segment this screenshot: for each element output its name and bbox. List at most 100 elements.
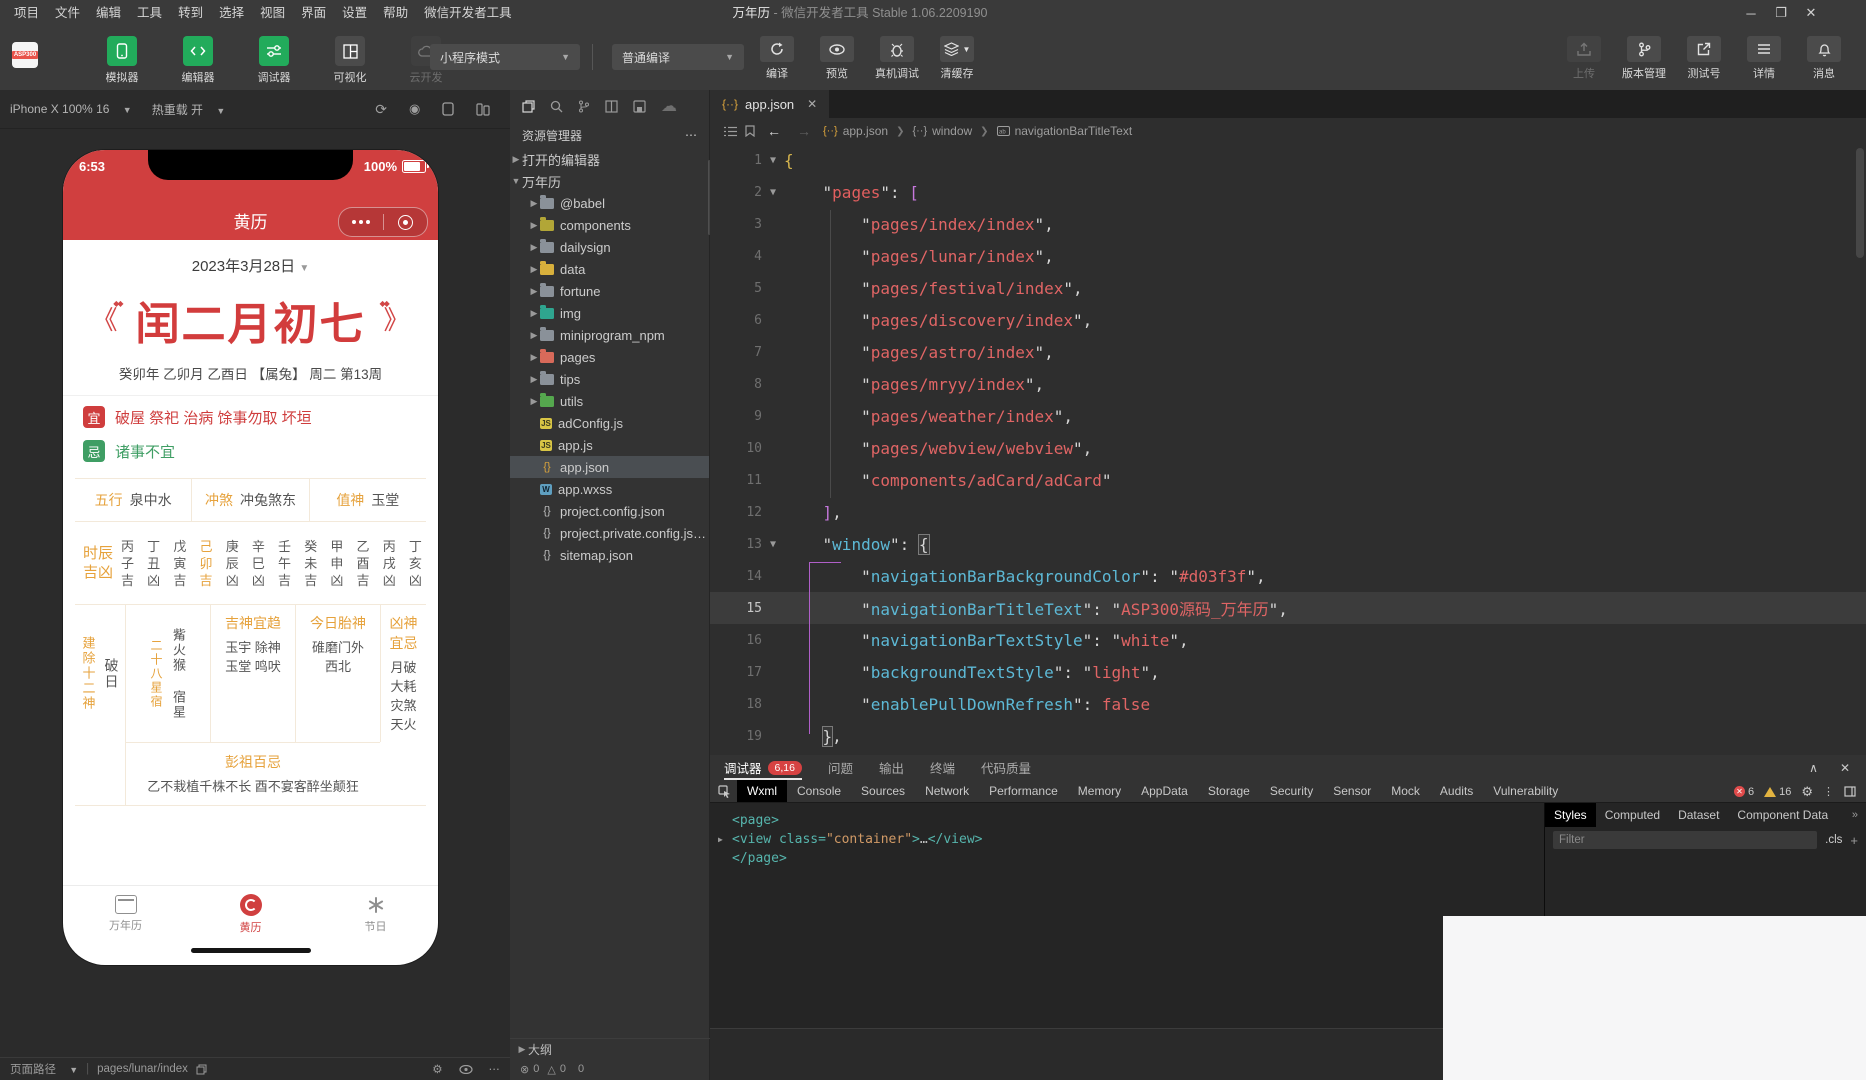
menu-item-视图[interactable]: 视图	[252, 0, 293, 26]
more-icon[interactable]	[339, 220, 383, 224]
cloud-icon[interactable]: ☁	[661, 96, 677, 116]
toolbar-button-测试号[interactable]: 测试号	[1675, 36, 1733, 81]
styles-tab-Dataset[interactable]: Dataset	[1669, 803, 1728, 827]
debugger-tab-代码质量[interactable]: 代码质量	[981, 755, 1031, 780]
devtools-tab-Network[interactable]: Network	[915, 780, 979, 802]
file-row-fortune[interactable]: ▶ fortune	[510, 280, 709, 302]
code-line-17[interactable]: 17 "backgroundTextStyle": "light",	[710, 656, 1866, 688]
close-icon[interactable]: ✕	[1796, 0, 1826, 26]
file-row-project.private.config.js…[interactable]: {} project.private.config.js…	[510, 522, 709, 544]
toolbar-button-详情[interactable]: 详情	[1735, 36, 1793, 81]
file-row-@babel[interactable]: ▶ @babel	[510, 192, 709, 214]
devtools-tab-Audits[interactable]: Audits	[1430, 780, 1483, 802]
styles-tabs-overflow-icon[interactable]: »	[1852, 809, 1866, 821]
file-row-app.json[interactable]: {} app.json	[510, 456, 709, 478]
code-line-12[interactable]: 12 ],	[710, 496, 1866, 528]
gear-icon[interactable]: ⚙	[432, 1062, 442, 1076]
code-line-13[interactable]: 13 ▼ "window": {	[710, 528, 1866, 560]
code-line-10[interactable]: 10 "pages/webview/webview",	[710, 432, 1866, 464]
toolbar-button-调试器[interactable]: 调试器	[238, 36, 310, 85]
code-line-14[interactable]: 14 "navigationBarBackgroundColor": "#d03…	[710, 560, 1866, 592]
minimize-icon[interactable]: ─	[1736, 0, 1766, 26]
devtools-tab-Wxml[interactable]: Wxml	[737, 780, 787, 802]
devtools-tab-Vulnerability[interactable]: Vulnerability	[1483, 780, 1568, 802]
file-row-utils[interactable]: ▶ utils	[510, 390, 709, 412]
bookmark-icon[interactable]	[745, 125, 755, 137]
wxml-node[interactable]: </page>	[718, 849, 1544, 868]
code-line-9[interactable]: 9 "pages/weather/index",	[710, 400, 1866, 432]
code-line-2[interactable]: 2 ▼ "pages": [	[710, 176, 1866, 208]
code-line-11[interactable]: 11 "components/adCard/adCard"	[710, 464, 1866, 496]
code-line-6[interactable]: 6 "pages/discovery/index",	[710, 304, 1866, 336]
devtools-tab-Performance[interactable]: Performance	[979, 780, 1068, 802]
file-row-app.js[interactable]: JS app.js	[510, 434, 709, 456]
console-warnings[interactable]: 16	[1764, 786, 1791, 798]
devtools-tab-Storage[interactable]: Storage	[1198, 780, 1260, 802]
tree-open-editors[interactable]: ▶ 打开的编辑器	[510, 148, 709, 170]
debugger-tab-问题[interactable]: 问题	[828, 755, 853, 780]
maximize-icon[interactable]: ❐	[1766, 0, 1796, 26]
kebab-menu-icon[interactable]: ⋮	[1823, 785, 1834, 798]
file-row-miniprogram_npm[interactable]: ▶ miniprogram_npm	[510, 324, 709, 346]
console-errors[interactable]: ✕ 6	[1733, 786, 1754, 798]
more-icon[interactable]: ⋯	[685, 128, 697, 142]
file-row-components[interactable]: ▶ components	[510, 214, 709, 236]
close-tab-icon[interactable]: ✕	[807, 97, 817, 111]
devtools-tab-Mock[interactable]: Mock	[1381, 780, 1430, 802]
nav-back-icon[interactable]: ←	[767, 123, 781, 139]
menu-item-设置[interactable]: 设置	[334, 0, 375, 26]
menu-item-文件[interactable]: 文件	[47, 0, 88, 26]
search-icon[interactable]	[550, 100, 563, 113]
code-line-3[interactable]: 3 "pages/index/index",	[710, 208, 1866, 240]
problems-status[interactable]: ⊗ 0 △ 0 0	[510, 1058, 710, 1080]
code-line-7[interactable]: 7 "pages/astro/index",	[710, 336, 1866, 368]
debugger-tab-终端[interactable]: 终端	[930, 755, 955, 780]
inspect-icon[interactable]	[718, 784, 731, 798]
collapse-icon[interactable]: ∧	[1809, 761, 1818, 775]
file-row-dailysign[interactable]: ▶ dailysign	[510, 236, 709, 258]
menu-item-编辑[interactable]: 编辑	[88, 0, 129, 26]
menu-item-工具[interactable]: 工具	[129, 0, 170, 26]
outline-section[interactable]: ▶ 大纲	[510, 1038, 710, 1059]
exit-icon[interactable]	[384, 214, 428, 230]
dock-side-icon[interactable]	[1844, 786, 1856, 797]
devtools-tab-Sources[interactable]: Sources	[851, 780, 915, 802]
wxml-node[interactable]: <page>	[718, 811, 1544, 830]
toolbar-button-编辑器[interactable]: 编辑器	[162, 36, 234, 85]
gear-icon[interactable]: ⚙	[1801, 784, 1813, 800]
files-icon[interactable]	[522, 99, 535, 113]
breadcrumb-item-navigationBarTitleText[interactable]: ab navigationBarTitleText	[996, 124, 1132, 138]
menu-item-界面[interactable]: 界面	[293, 0, 334, 26]
code-area[interactable]: 1 ▼{2 ▼ "pages": [3 "pages/index/index", 4 …	[710, 144, 1866, 755]
code-line-18[interactable]: 18 "enablePullDownRefresh": false	[710, 688, 1866, 720]
styles-tab-Computed[interactable]: Computed	[1596, 803, 1669, 827]
devtools-tab-Memory[interactable]: Memory	[1068, 780, 1131, 802]
nav-forward-icon[interactable]: →	[797, 123, 811, 139]
date-selector[interactable]: 2023年3月28日 ▼	[63, 255, 438, 276]
multi-device-icon[interactable]	[476, 102, 490, 116]
page-path-select[interactable]: 页面路径 ▼	[10, 1061, 78, 1077]
toolbar-action-真机调试[interactable]: 真机调试	[868, 36, 926, 81]
phone-tab-节日[interactable]: 节日	[313, 886, 438, 942]
prev-day-button[interactable]: 《 ◆◆	[91, 300, 123, 334]
next-day-button[interactable]: ◆◆ 》	[380, 300, 410, 334]
breadcrumb-item-window[interactable]: {··} window	[912, 124, 972, 138]
record-icon[interactable]: ◉	[409, 101, 420, 117]
menu-item-微信开发者工具[interactable]: 微信开发者工具	[416, 0, 520, 26]
file-row-pages[interactable]: ▶ pages	[510, 346, 709, 368]
save-icon[interactable]	[633, 99, 646, 113]
debugger-tab-调试器[interactable]: 调试器 6,16	[724, 755, 802, 780]
outline-list-icon[interactable]	[724, 126, 737, 137]
menu-item-项目[interactable]: 项目	[6, 0, 47, 26]
mode-select[interactable]: 小程序模式 ▼	[430, 44, 580, 70]
toolbar-action-预览[interactable]: 预览	[808, 36, 866, 81]
tab-app-json[interactable]: {··} app.json ✕	[710, 90, 830, 118]
debugger-tab-输出[interactable]: 输出	[879, 755, 904, 780]
file-row-app.wxss[interactable]: Wapp.wxss	[510, 478, 709, 500]
refresh-icon[interactable]: ⟳	[375, 101, 387, 118]
toolbar-action-清缓存[interactable]: ▼ 清缓存	[928, 36, 986, 81]
menu-item-帮助[interactable]: 帮助	[375, 0, 416, 26]
add-style-icon[interactable]: +	[1850, 833, 1858, 848]
file-row-data[interactable]: ▶ data	[510, 258, 709, 280]
file-row-adConfig.js[interactable]: JS adConfig.js	[510, 412, 709, 434]
